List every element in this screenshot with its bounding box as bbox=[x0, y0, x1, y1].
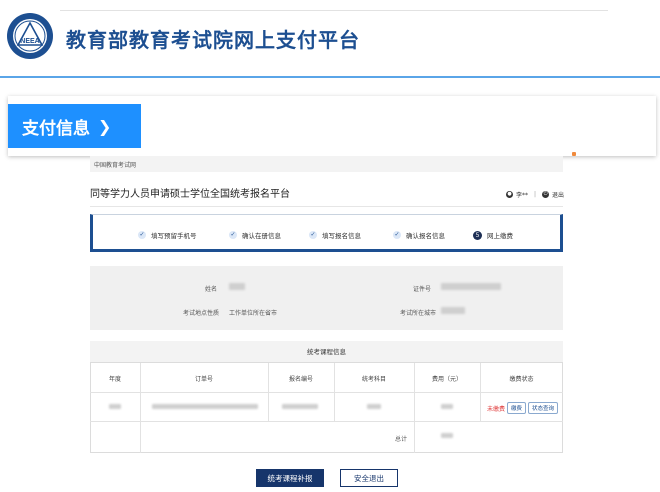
name-label: 姓名 bbox=[205, 286, 218, 293]
status-query-button[interactable]: 状态查询 bbox=[528, 402, 559, 414]
col-reg-no: 报名编号 bbox=[288, 375, 313, 383]
user-icon: ● bbox=[506, 191, 513, 198]
step-label: 填写预留手机号 bbox=[151, 232, 197, 240]
step-2: ✓ 确认在册信息 bbox=[229, 230, 281, 240]
name-value-redacted bbox=[229, 283, 245, 290]
step-1: ✓ 填写预留手机号 bbox=[138, 230, 197, 240]
col-fee: 费用（元） bbox=[431, 375, 462, 383]
city-value-redacted bbox=[441, 307, 465, 314]
breadcrumb[interactable]: 中国教育考试网 bbox=[94, 160, 136, 169]
step-3: ✓ 填写报名信息 bbox=[309, 230, 361, 240]
col-divider bbox=[480, 363, 481, 421]
step-4: ✓ 确认报名信息 bbox=[393, 230, 445, 240]
status-cell: 未缴费 缴费 状态查询 bbox=[487, 402, 559, 414]
user-separator: | bbox=[534, 191, 537, 198]
id-value-redacted bbox=[441, 283, 501, 290]
breadcrumb-bar: 中国教育考试网 bbox=[90, 156, 563, 172]
check-icon: ✓ bbox=[229, 231, 237, 239]
col-year: 年度 bbox=[108, 375, 121, 383]
id-label: 证件号 bbox=[413, 286, 432, 293]
svg-text:NEEA: NEEA bbox=[20, 38, 39, 45]
status-badge: 未缴费 bbox=[487, 405, 506, 413]
total-redacted bbox=[441, 433, 453, 438]
pay-info-tab-label: 支付信息 bbox=[22, 118, 90, 139]
neea-seal-logo: NEEA bbox=[6, 12, 54, 60]
table-title: 统考课程信息 bbox=[90, 341, 563, 363]
check-icon: ✓ bbox=[138, 231, 146, 239]
col-order: 订单号 bbox=[194, 375, 213, 383]
reg-no-redacted bbox=[282, 404, 318, 409]
step-label: 确认在册信息 bbox=[242, 232, 281, 240]
title-divider bbox=[90, 206, 563, 207]
step-label: 网上缴费 bbox=[487, 232, 513, 240]
pay-button[interactable]: 缴费 bbox=[507, 402, 527, 414]
check-icon: ✓ bbox=[309, 231, 317, 239]
subject-redacted bbox=[367, 404, 381, 409]
candidate-info-panel bbox=[90, 266, 563, 330]
step-5: 5 网上缴费 bbox=[473, 230, 513, 240]
safe-exit-button[interactable]: 安全退出 bbox=[340, 469, 398, 487]
chevron-right-icon: ❯ bbox=[98, 116, 112, 136]
page-title: 同等学力人员申请硕士学位全国统考报名平台 bbox=[90, 189, 290, 200]
fee-redacted bbox=[441, 404, 453, 409]
supplement-course-button[interactable]: 统考课程补报 bbox=[256, 469, 324, 487]
city-label: 考试所在城市 bbox=[400, 310, 437, 317]
logout-icon: ⏻ bbox=[542, 191, 550, 198]
step-label: 确认报名信息 bbox=[406, 232, 445, 240]
order-redacted bbox=[152, 404, 258, 409]
total-label: 总计 bbox=[395, 436, 408, 443]
pay-info-tab[interactable]: 支付信息 ❯ bbox=[8, 104, 141, 148]
site-type-label: 考试地点性质 bbox=[183, 310, 220, 317]
user-area: ● 李** | ⏻ 退出 bbox=[506, 190, 564, 199]
header-top-divider bbox=[60, 10, 608, 11]
col-subject: 统考科目 bbox=[361, 375, 386, 383]
step-label: 填写报名信息 bbox=[322, 232, 361, 240]
year-redacted bbox=[109, 404, 121, 409]
col-divider bbox=[140, 363, 141, 453]
header-divider bbox=[0, 76, 660, 78]
site-type-value: 工作单位所在省市 bbox=[229, 310, 278, 317]
col-divider bbox=[334, 363, 335, 421]
col-divider bbox=[268, 363, 269, 421]
row-divider bbox=[90, 421, 563, 422]
logout-link[interactable]: 退出 bbox=[552, 190, 564, 199]
orange-marker bbox=[572, 152, 576, 156]
row-divider bbox=[90, 392, 563, 393]
site-title: 教育部教育考试院网上支付平台 bbox=[66, 28, 360, 52]
user-name: 李** bbox=[516, 192, 529, 199]
col-divider bbox=[414, 363, 415, 453]
step-number-badge: 5 bbox=[473, 230, 482, 240]
col-status: 缴费状态 bbox=[509, 375, 534, 383]
check-icon: ✓ bbox=[393, 231, 401, 239]
